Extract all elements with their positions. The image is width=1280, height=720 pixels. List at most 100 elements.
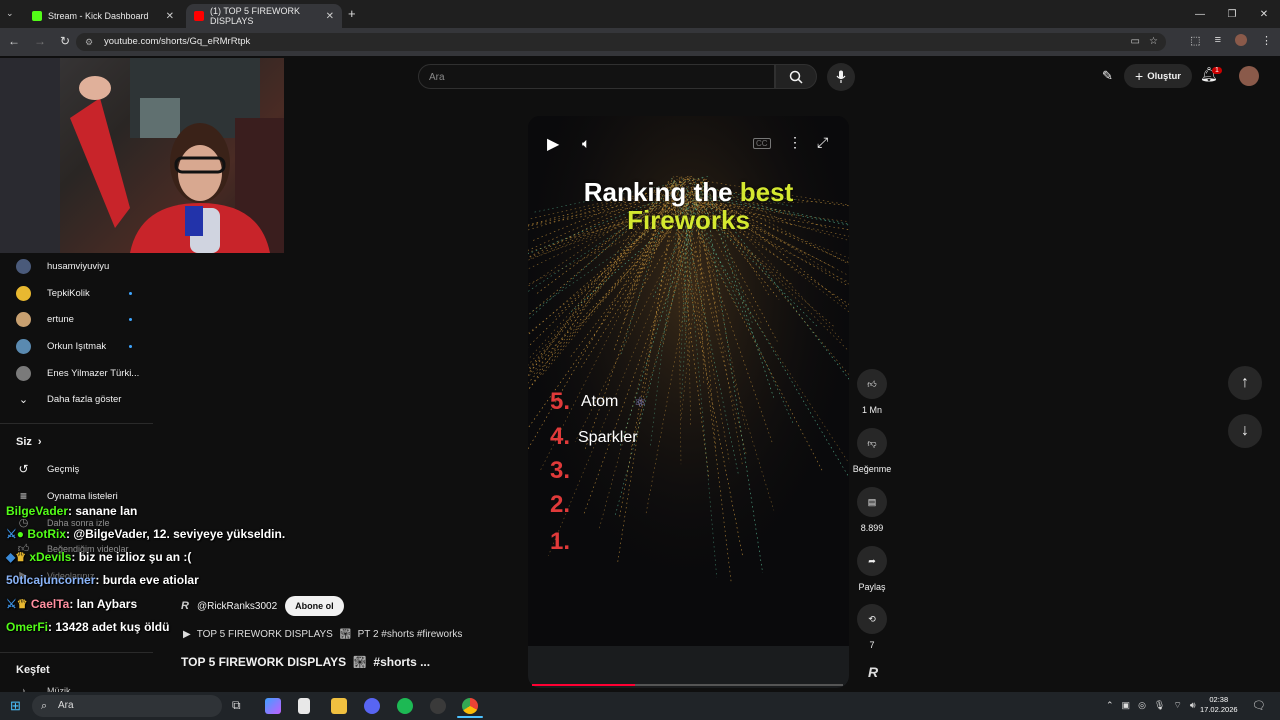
channel-logo-icon[interactable]: R [181, 600, 189, 612]
sidebar-channel[interactable]: Enes Yilmazer Türki... [16, 366, 139, 381]
volume-icon[interactable]: 🔊︎ [1190, 700, 1196, 711]
arrow-down-icon: ↓ [1241, 422, 1249, 439]
crown-badge-icon: ♛ [16, 597, 28, 611]
chat-user: 50tlcajuncorner [6, 573, 96, 587]
you-section-heading[interactable]: Siz › [16, 436, 42, 448]
show-more-button[interactable]: ⌄ Daha fazla göster [16, 393, 122, 406]
sidebar-channel[interactable]: TepkiKolik [16, 286, 90, 301]
tray-app-icon[interactable]: ▣ [1122, 700, 1131, 711]
thumbs-up-icon[interactable]: 👍︎ [857, 369, 887, 399]
channel-thumbnail-icon[interactable]: R [862, 664, 884, 684]
notification-center-icon[interactable]: 🗨︎ [1252, 699, 1266, 712]
share-action[interactable]: ➦ Paylaş [853, 546, 891, 592]
minimize-button[interactable]: — [1184, 0, 1216, 28]
dislike-action[interactable]: 👎︎ Beğenme [853, 428, 891, 474]
windows-start-icon[interactable]: ⊞ [10, 698, 21, 714]
obs-icon[interactable] [430, 698, 446, 714]
comments-action[interactable]: ▤ 8.899 [853, 487, 891, 533]
media-icon[interactable]: ≡ [1215, 34, 1221, 47]
search-input[interactable]: Ara [418, 64, 775, 89]
kick-favicon-icon [32, 11, 42, 21]
you-heading-label: Siz [16, 436, 32, 448]
forward-arrow-icon[interactable]: → [34, 34, 46, 48]
new-tab-button[interactable]: + [348, 6, 356, 21]
short-caption[interactable]: TOP 5 FIREWORK DISPLAYS 🎇︎ #shorts ... [181, 655, 430, 669]
sidebar-channel[interactable]: husamviyuviyu [16, 259, 109, 274]
url-field[interactable]: ⚙ youtube.com/shorts/Gq_eRMrRtpk ▭ ☆ [76, 33, 1166, 51]
tray-app-icon[interactable]: ◎ [1138, 700, 1146, 711]
task-view-icon[interactable]: ⧉ [232, 698, 248, 714]
spotify-icon[interactable] [397, 698, 413, 714]
chrome-icon[interactable] [462, 698, 478, 714]
comment-icon[interactable]: ▤ [857, 487, 887, 517]
sidebar-channel[interactable]: ertune [16, 312, 74, 327]
share-icon[interactable]: ➦ [857, 546, 887, 576]
remix-action[interactable]: ⟲ 7 [853, 604, 891, 650]
chat-text: : burda eve atiolar [95, 573, 199, 587]
video-progress-fill [532, 684, 635, 686]
sidebar-item-playlists[interactable]: ≡ Oynatma listeleri [16, 489, 118, 503]
video-title-overlay: Ranking the best Fireworks [528, 178, 849, 234]
discord-icon[interactable] [364, 698, 380, 714]
restore-button[interactable]: ❐ [1216, 0, 1248, 28]
voice-search-button[interactable] [827, 63, 855, 91]
notepad-icon[interactable] [298, 698, 310, 714]
clock-time: 02:38 [1209, 695, 1229, 704]
cast-icon[interactable]: ▭ [1131, 33, 1140, 51]
subscribe-button[interactable]: Abone ol [285, 596, 344, 616]
fullscreen-icon[interactable]: ⤢ [817, 134, 828, 151]
network-icon[interactable]: ⌔ [1173, 700, 1181, 711]
play-button[interactable]: ▶ [547, 134, 559, 154]
search-button[interactable] [775, 64, 817, 89]
taskbar-clock[interactable]: 02:38 17.02.2026 [1200, 695, 1238, 715]
captions-icon[interactable]: CC [753, 138, 771, 149]
copilot-icon[interactable] [265, 698, 281, 714]
like-action[interactable]: 👍︎ 1 Mn [853, 369, 891, 415]
browser-menu-icon[interactable]: ⋮ [1261, 34, 1272, 47]
mod-badge-icon: ⚔ [6, 527, 17, 541]
sidebar-item-history[interactable]: ↺ Geçmiş [16, 462, 79, 476]
tab-search-chevron-icon[interactable]: ⌄ [6, 8, 14, 19]
microphone-icon[interactable]: 🎙︎ [1154, 700, 1165, 711]
tab-youtube-short[interactable]: (1) TOP 5 FIREWORK DISPLAYS ✕ [186, 4, 342, 28]
channel-handle[interactable]: @RickRanks3002 [197, 601, 277, 612]
reload-icon[interactable]: ↻ [60, 34, 70, 48]
remix-icon[interactable]: ⟲ [857, 604, 887, 634]
create-button[interactable]: + Oluştur [1124, 64, 1192, 88]
user-avatar[interactable] [1239, 66, 1259, 86]
volume-icon[interactable]: 🔈︎ [582, 135, 590, 152]
close-tab-icon[interactable]: ✕ [166, 11, 174, 22]
thumbs-down-icon[interactable]: 👎︎ [857, 428, 887, 458]
rank-number: 1. [550, 528, 571, 555]
share-label: Paylaş [858, 582, 886, 592]
new-content-dot [129, 292, 132, 295]
file-explorer-icon[interactable] [331, 698, 347, 714]
next-short-button[interactable]: ↓ [1228, 414, 1262, 448]
title-part: Fireworks [627, 205, 750, 235]
more-options-icon[interactable]: ⋮ [788, 134, 802, 151]
taskbar-search[interactable]: ⌕ Ara [32, 695, 222, 717]
extensions-icon[interactable]: ⬚ [1190, 34, 1200, 47]
sidebar-item-label: Oynatma listeleri [47, 490, 118, 502]
verified-badge-icon: ● [16, 527, 25, 541]
create-post-icon[interactable]: ✎ [1102, 68, 1113, 84]
chat-user: BilgeVader [6, 504, 69, 518]
clock-date: 17.02.2026 [1200, 705, 1238, 714]
browser-toolbar-icons: ⬚ ≡ ⋮ [1190, 34, 1272, 47]
sparkler-emoji-icon: 🎇︎ [338, 629, 352, 640]
sidebar-channel[interactable]: Orkun Işıtmak [16, 339, 106, 354]
chevron-up-icon[interactable]: ⌃ [1106, 700, 1114, 711]
close-window-button[interactable]: ✕ [1248, 0, 1280, 28]
playlist-row[interactable]: ▶ TOP 5 FIREWORK DISPLAYS 🎇︎ PT 2 #short… [183, 629, 462, 640]
channel-name: Orkun Işıtmak [47, 341, 107, 352]
rank-name: Atom [581, 393, 619, 410]
site-info-icon[interactable]: ⚙ [85, 33, 93, 51]
previous-short-button[interactable]: ↑ [1228, 366, 1262, 400]
close-tab-icon[interactable]: ✕ [326, 11, 334, 22]
back-arrow-icon[interactable]: ← [8, 34, 20, 48]
remix-count: 7 [869, 640, 875, 650]
chat-user: xDevils [29, 550, 72, 564]
profile-avatar[interactable] [1235, 34, 1247, 46]
tab-kick-dashboard[interactable]: Stream - Kick Dashboard ✕ [24, 4, 182, 28]
bookmark-star-icon[interactable]: ☆ [1149, 33, 1158, 51]
